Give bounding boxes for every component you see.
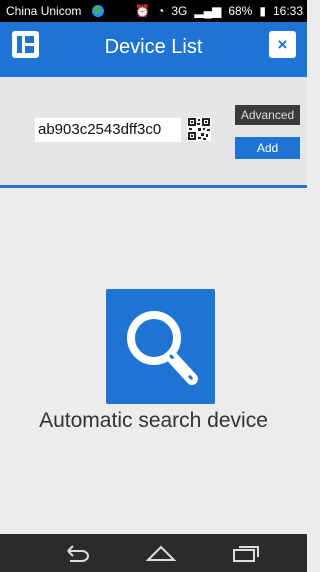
- network-type: 3G: [171, 4, 188, 18]
- search-icon: [127, 311, 198, 385]
- device-id-field[interactable]: ab903c2543dff3c0: [35, 118, 181, 142]
- page-title: Device List: [104, 36, 203, 58]
- advanced-button[interactable]: Advanced: [235, 105, 300, 125]
- battery-level: 68%: [228, 4, 253, 18]
- status-icons: ⏰ ◔ 3G ▂▄▆ 68% ▮ 16:33: [135, 4, 303, 18]
- clock: 16:33: [272, 4, 303, 18]
- close-button[interactable]: ×: [269, 31, 296, 58]
- back-icon[interactable]: [62, 543, 92, 563]
- battery-icon: ▮: [259, 4, 266, 18]
- navigation-bar: [0, 534, 307, 572]
- wifi-icon: ◔: [157, 4, 165, 18]
- recent-apps-icon[interactable]: [231, 543, 261, 563]
- title-bar: Device List ×: [0, 22, 307, 77]
- carrier-name: China Unicom: [6, 4, 82, 18]
- alarm-icon: ⏰: [135, 4, 151, 18]
- search-device-button[interactable]: [106, 289, 215, 404]
- add-button[interactable]: Add: [235, 137, 300, 159]
- status-bar: China Unicom ⏰ ◔ 3G ▂▄▆ 68% ▮ 16:33: [0, 0, 307, 22]
- divider: [0, 185, 307, 188]
- signal-icon: ▂▄▆: [194, 4, 222, 18]
- search-label: Automatic search device: [39, 409, 268, 432]
- close-icon: ×: [277, 35, 288, 54]
- device-input-panel: ab903c2543dff3c0 Advanced Add: [0, 77, 307, 185]
- home-icon[interactable]: [146, 543, 176, 563]
- qr-code-icon[interactable]: [187, 117, 211, 141]
- globe-icon: [92, 5, 104, 17]
